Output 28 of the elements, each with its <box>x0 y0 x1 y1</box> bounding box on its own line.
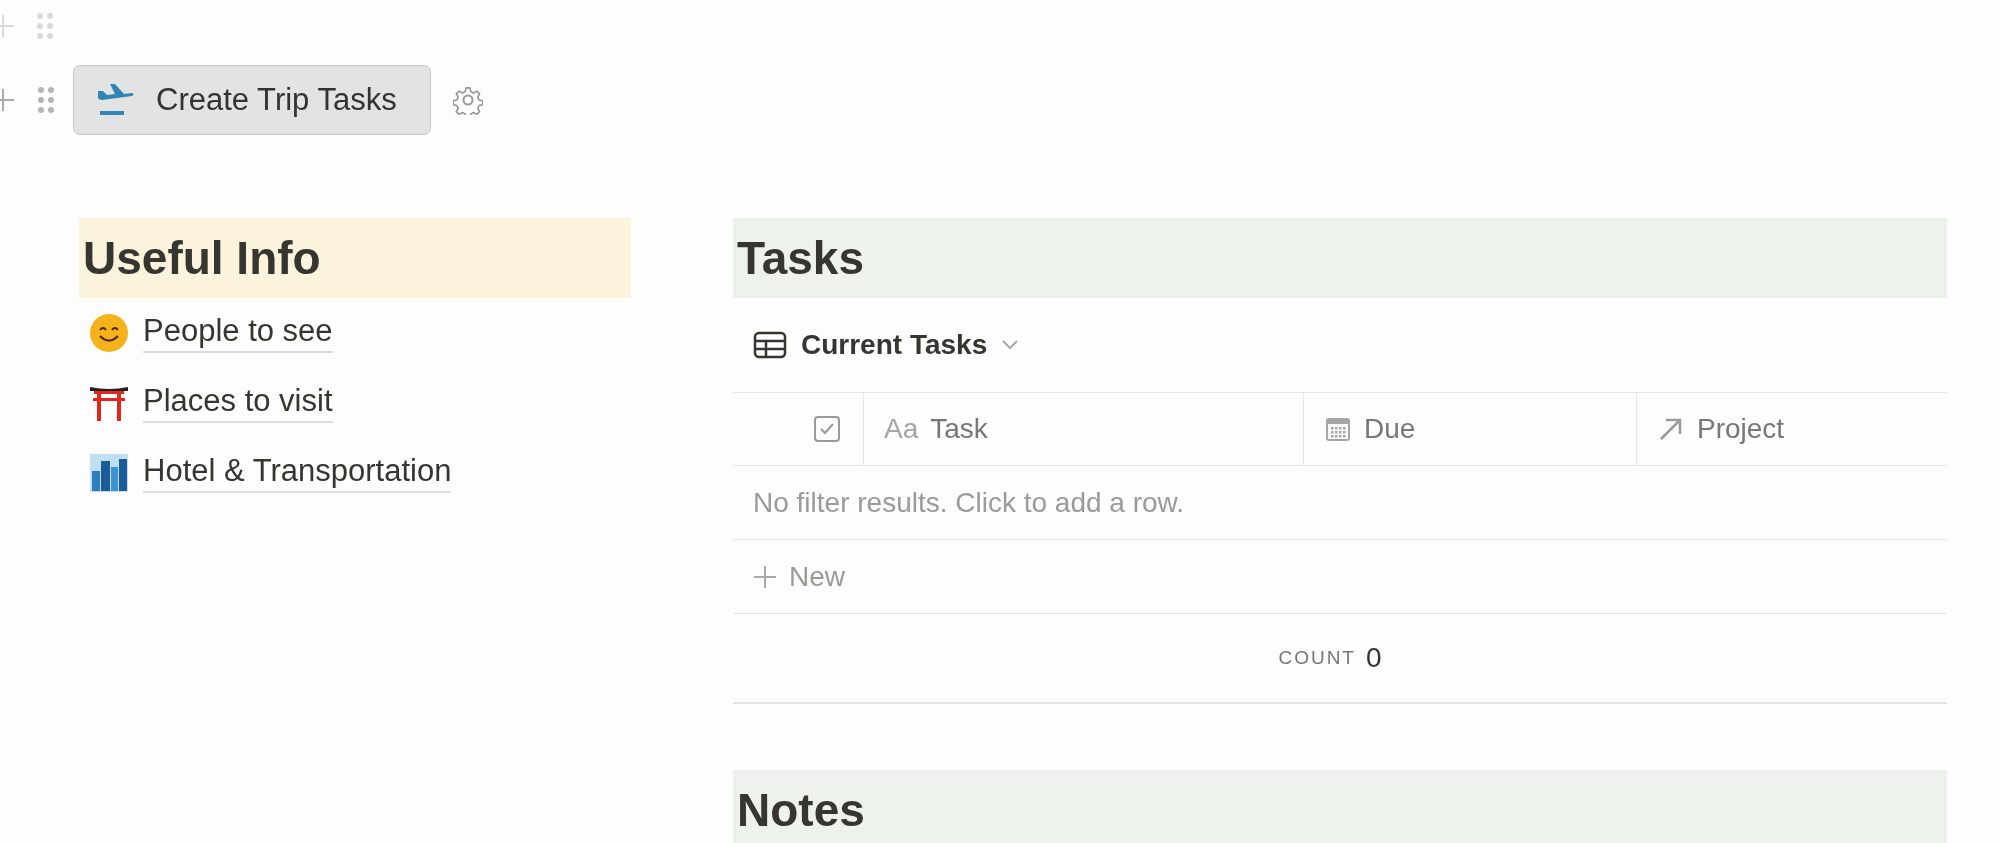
column-title: Due <box>1364 413 1416 445</box>
section-heading: Tasks <box>733 218 1947 298</box>
checkbox-icon <box>813 415 841 443</box>
column-header[interactable]: Aa Task <box>864 393 1304 465</box>
count-value: 0 <box>1366 642 1382 674</box>
page-link[interactable]: People to see <box>143 313 333 353</box>
page-link[interactable]: Places to visit <box>143 383 333 423</box>
column-title: Task <box>930 413 988 445</box>
column-title: Project <box>1697 413 1785 445</box>
create-trip-tasks-button[interactable]: Create Trip Tasks <box>73 65 431 135</box>
drag-handle-icon[interactable] <box>36 12 54 40</box>
column-header[interactable]: Due <box>1304 393 1637 465</box>
section-heading: Useful Info <box>79 218 631 298</box>
column-header[interactable]: Project <box>1637 393 1947 465</box>
settings-icon[interactable] <box>453 85 483 115</box>
chevron-down-icon[interactable] <box>1001 339 1020 351</box>
text-type-icon: Aa <box>884 413 919 445</box>
count-label: COUNT <box>1278 647 1356 669</box>
plus-icon <box>753 564 777 589</box>
view-tab[interactable]: Current Tasks <box>801 329 988 361</box>
section-heading: Notes <box>733 770 1947 843</box>
airplane-icon <box>96 83 136 117</box>
calendar-icon <box>1324 415 1352 443</box>
drag-handle-icon[interactable] <box>37 86 55 114</box>
smiling-face-icon <box>89 313 129 353</box>
table-icon <box>753 331 787 359</box>
page-link[interactable]: Hotel & Transportation <box>143 453 452 493</box>
city-buildings-icon <box>89 453 129 493</box>
